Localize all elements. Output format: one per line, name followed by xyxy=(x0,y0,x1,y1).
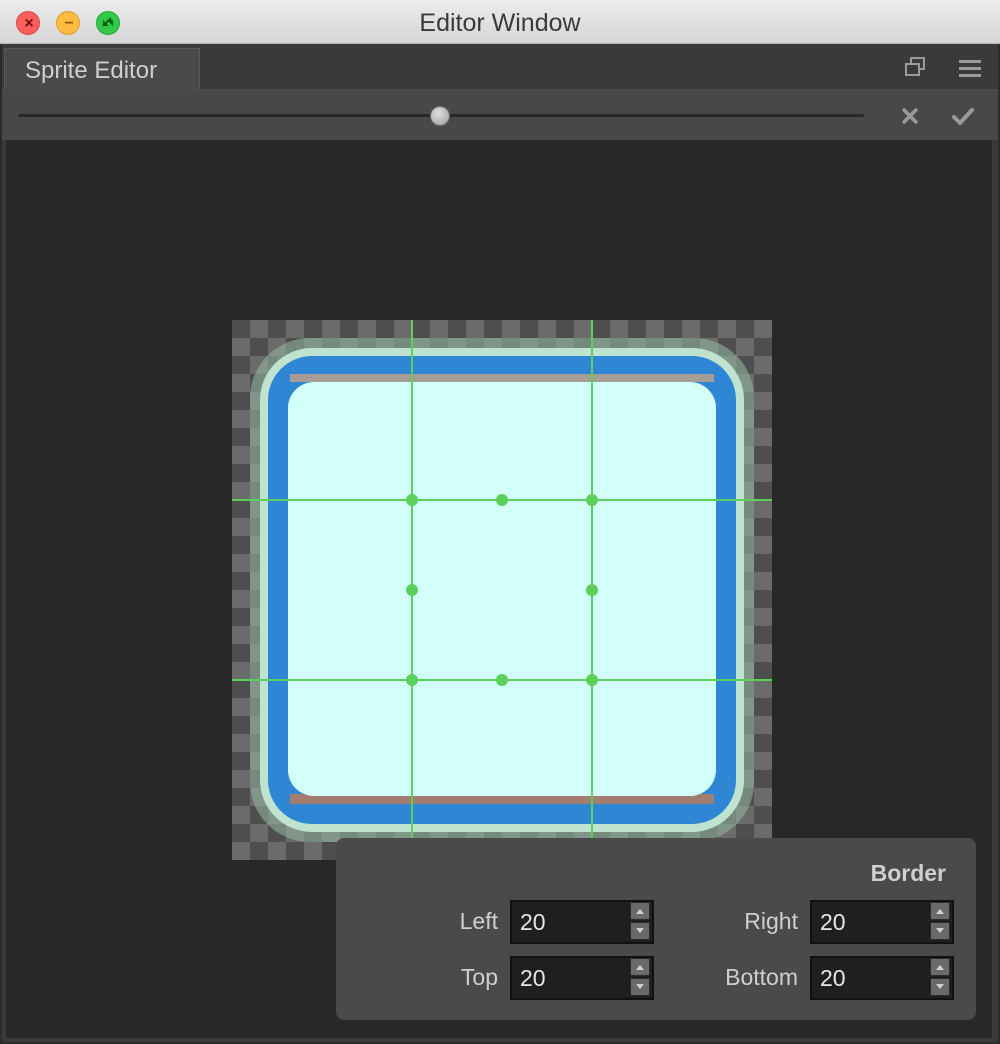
checkmark-icon xyxy=(952,108,974,125)
bottom-border-field[interactable]: 20 xyxy=(810,956,954,1000)
triangle-down-icon xyxy=(636,928,644,933)
guide-handle-bottom-left xyxy=(406,674,418,686)
stepper-up-button[interactable] xyxy=(930,958,950,976)
stepper-down-button[interactable] xyxy=(630,978,650,996)
cancel-button[interactable] xyxy=(897,102,923,130)
title-bar: × − Editor Window xyxy=(0,0,1000,44)
zoom-slider-thumb[interactable] xyxy=(430,106,450,126)
right-label: Right xyxy=(744,908,798,934)
right-border-value[interactable]: 20 xyxy=(820,902,846,942)
tab-strip: Sprite Editor xyxy=(2,44,998,92)
sprite-preview xyxy=(232,320,772,860)
top-label: Top xyxy=(460,964,498,990)
guide-handle-top-left xyxy=(406,494,418,506)
left-border-value[interactable]: 20 xyxy=(520,902,546,942)
sprite-top-edge xyxy=(290,374,714,382)
hamburger-menu-icon[interactable] xyxy=(956,54,984,82)
left-border-stepper[interactable] xyxy=(630,902,652,942)
tab-sprite-editor[interactable]: Sprite Editor xyxy=(4,48,200,92)
top-border-field[interactable]: 20 xyxy=(510,956,654,1000)
top-border-value[interactable]: 20 xyxy=(520,958,546,998)
left-label: Left xyxy=(459,908,498,934)
restore-window-icon[interactable] xyxy=(902,54,930,82)
guide-handle-top-center xyxy=(496,494,508,506)
right-border-field[interactable]: 20 xyxy=(810,900,954,944)
guide-handle-bottom-right xyxy=(586,674,598,686)
guide-handle-middle-left xyxy=(406,584,418,596)
border-panel-title: Border xyxy=(870,860,946,886)
top-border-stepper[interactable] xyxy=(630,958,652,998)
guide-handle-top-right xyxy=(586,494,598,506)
bottom-label: Bottom xyxy=(725,964,798,990)
guide-handle-bottom-center xyxy=(496,674,508,686)
right-border-stepper[interactable] xyxy=(930,902,952,942)
triangle-down-icon xyxy=(936,928,944,933)
bottom-border-value[interactable]: 20 xyxy=(820,958,846,998)
stepper-up-button[interactable] xyxy=(630,902,650,920)
triangle-up-icon xyxy=(936,965,944,970)
triangle-down-icon xyxy=(936,984,944,989)
stepper-down-button[interactable] xyxy=(930,978,950,996)
border-panel: Border Left 20 Right 20 Top 20 Bottom 20 xyxy=(336,838,976,1020)
triangle-up-icon xyxy=(936,909,944,914)
left-border-field[interactable]: 20 xyxy=(510,900,654,944)
stepper-up-button[interactable] xyxy=(630,958,650,976)
bottom-border-stepper[interactable] xyxy=(930,958,952,998)
cross-icon xyxy=(902,108,918,124)
stepper-down-button[interactable] xyxy=(930,922,950,940)
sprite-fill xyxy=(288,382,716,796)
confirm-button[interactable] xyxy=(950,102,976,130)
toolbar xyxy=(2,90,998,140)
triangle-up-icon xyxy=(636,909,644,914)
triangle-down-icon xyxy=(636,984,644,989)
guide-handle-middle-right xyxy=(586,584,598,596)
triangle-up-icon xyxy=(636,965,644,970)
window-title: Editor Window xyxy=(419,9,581,37)
stepper-down-button[interactable] xyxy=(630,922,650,940)
stepper-up-button[interactable] xyxy=(930,902,950,920)
